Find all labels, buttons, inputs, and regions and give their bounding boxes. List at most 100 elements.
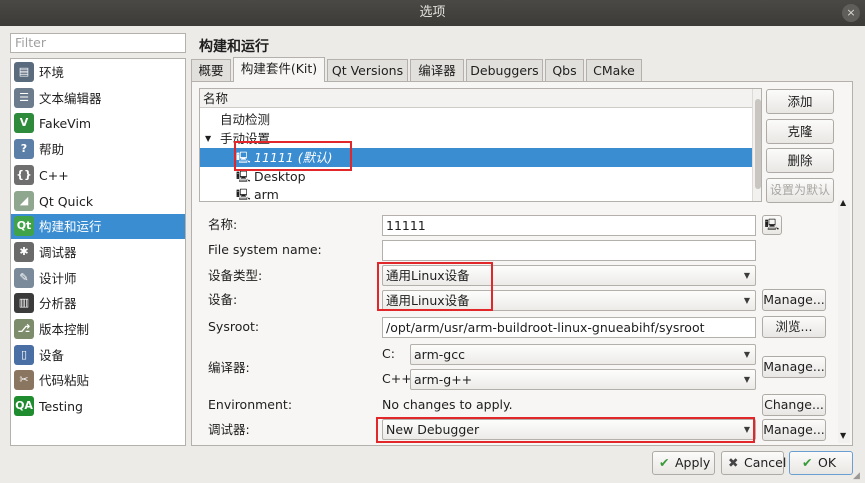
sidebar-item-label: 设备 bbox=[39, 347, 65, 363]
sidebar-item-label: 调试器 bbox=[39, 244, 77, 260]
sidebar-item[interactable]: {} C++ bbox=[11, 163, 185, 188]
tab-qt-versions[interactable]: Qt Versions bbox=[327, 59, 408, 81]
tab-cmake[interactable]: CMake bbox=[586, 59, 642, 81]
sidebar-item[interactable]: ✱ 调试器 bbox=[11, 240, 185, 265]
check-icon: ✔ bbox=[659, 455, 670, 470]
cpp-compiler-select[interactable]: arm-g++ ▼ bbox=[410, 369, 756, 390]
debugger-icon: ✱ bbox=[14, 241, 34, 262]
name-field[interactable]: 11111 bbox=[382, 215, 756, 236]
computer-icon: 🖳 bbox=[236, 188, 251, 201]
environment-change-button[interactable]: Change... bbox=[762, 394, 826, 416]
sysroot-browse-button[interactable]: 浏览... bbox=[762, 316, 826, 338]
c-compiler-value: arm-gcc bbox=[414, 347, 465, 362]
compiler-label: 编译器: bbox=[208, 360, 250, 375]
c-compiler-select[interactable]: arm-gcc ▼ bbox=[410, 344, 756, 365]
c-compiler-label: C: bbox=[382, 346, 395, 361]
sidebar-item[interactable]: Qt 构建和运行 bbox=[11, 214, 185, 240]
sidebar-item-label: Qt Quick bbox=[39, 193, 94, 209]
designer-icon: ✎ bbox=[14, 267, 34, 288]
kit-item-label: arm bbox=[254, 187, 279, 202]
testing-icon: QA bbox=[14, 396, 34, 417]
sidebar-item[interactable]: ◢ Qt Quick bbox=[11, 189, 185, 214]
sidebar-item-label: 设计师 bbox=[39, 270, 77, 286]
debugger-manage-button[interactable]: Manage... bbox=[762, 419, 826, 441]
build-run-icon: Qt bbox=[14, 216, 34, 237]
sidebar-item[interactable]: ☰ 文本编辑器 bbox=[11, 86, 185, 111]
fakevim-icon: V bbox=[14, 113, 34, 134]
highlight-box bbox=[377, 262, 493, 311]
sidebar-item[interactable]: V FakeVim bbox=[11, 111, 185, 136]
resize-grip-icon[interactable]: ◢ bbox=[853, 471, 863, 481]
panel-scrollbar[interactable]: ▲ ▼ bbox=[838, 198, 850, 443]
clone-kit-button[interactable]: 克隆 bbox=[766, 119, 834, 144]
sysroot-label: Sysroot: bbox=[208, 319, 260, 334]
sidebar-item[interactable]: ▤ 环境 bbox=[11, 60, 185, 85]
sidebar: ▤ 环境 ☰ 文本编辑器 V FakeVim? 帮助 {} C++ ◢ Qt Quick Qt 构建和运… bbox=[10, 58, 186, 446]
sidebar-item-label: 分析器 bbox=[39, 296, 77, 312]
scroll-up-icon[interactable]: ▲ bbox=[840, 198, 846, 207]
compiler-manage-button[interactable]: Manage... bbox=[762, 356, 826, 378]
remove-kit-button[interactable]: 删除 bbox=[766, 148, 834, 173]
filter-input[interactable]: Filter bbox=[10, 33, 186, 53]
device-manage-button[interactable]: Manage... bbox=[762, 289, 826, 311]
tab-qbs[interactable]: Qbs bbox=[545, 59, 584, 81]
page-title: 构建和运行 bbox=[199, 39, 269, 55]
sidebar-item-label: 构建和运行 bbox=[39, 219, 102, 235]
device-label: 设备: bbox=[208, 292, 238, 307]
scrollbar-thumb[interactable] bbox=[755, 99, 761, 189]
check-icon: ✔ bbox=[802, 455, 813, 470]
analyzer-icon: ▥ bbox=[14, 293, 34, 314]
tab-overview[interactable]: 概要 bbox=[191, 59, 231, 81]
ok-button[interactable]: ✔ OK bbox=[789, 451, 853, 475]
tab-kits[interactable]: 构建套件(Kit) bbox=[233, 57, 325, 82]
kit-tree-scrollbar[interactable] bbox=[752, 89, 761, 201]
fs-name-field[interactable] bbox=[382, 240, 756, 261]
sidebar-item-label: FakeVim bbox=[39, 116, 92, 132]
debugger-label: 调试器: bbox=[208, 422, 250, 437]
sidebar-item[interactable]: QA Testing bbox=[11, 394, 185, 419]
monitor-icon: ▤ bbox=[14, 62, 34, 82]
ok-label: OK bbox=[818, 455, 837, 470]
sidebar-item-label: 帮助 bbox=[39, 142, 65, 158]
cancel-label: Cancel bbox=[744, 455, 787, 470]
tab-compilers[interactable]: 编译器 bbox=[410, 59, 464, 81]
sidebar-item[interactable]: ⎇ 版本控制 bbox=[11, 317, 185, 342]
sidebar-item[interactable]: ▯ 设备 bbox=[11, 343, 185, 368]
chevron-down-icon: ▼ bbox=[743, 350, 750, 359]
chevron-down-icon: ▼ bbox=[743, 271, 750, 280]
sidebar-item[interactable]: ? 帮助 bbox=[11, 137, 185, 162]
apply-button[interactable]: ✔ Apply bbox=[652, 451, 715, 475]
sidebar-item-label: C++ bbox=[39, 167, 69, 183]
sidebar-item[interactable]: ▥ 分析器 bbox=[11, 291, 185, 316]
environment-value: No changes to apply. bbox=[382, 397, 513, 412]
kit-tree-header: 名称 bbox=[200, 89, 752, 108]
kit-group-auto[interactable]: 自动检测 bbox=[200, 110, 752, 129]
highlight-box bbox=[376, 417, 755, 443]
help-icon: ? bbox=[14, 139, 34, 160]
kit-item[interactable]: 🖳 arm bbox=[200, 185, 752, 202]
expand-arrow-icon[interactable]: ▼ bbox=[205, 129, 211, 148]
sidebar-item[interactable]: ✂ 代码粘贴 bbox=[11, 368, 185, 393]
kit-icon-button[interactable]: 🖳 bbox=[762, 215, 782, 235]
sidebar-item-label: 版本控制 bbox=[39, 322, 90, 337]
scroll-down-icon[interactable]: ▼ bbox=[840, 431, 846, 440]
tab-debuggers[interactable]: Debuggers bbox=[466, 59, 543, 81]
sidebar-item[interactable]: ✎ 设计师 bbox=[11, 266, 185, 291]
chevron-down-icon: ▼ bbox=[743, 375, 750, 384]
name-label: 名称: bbox=[208, 217, 238, 232]
sysroot-field[interactable]: /opt/arm/usr/arm-buildroot-linux-gnueabi… bbox=[382, 317, 756, 338]
apply-label: Apply bbox=[675, 455, 711, 470]
cpp-compiler-value: arm-g++ bbox=[414, 372, 473, 387]
close-icon[interactable]: × bbox=[842, 4, 860, 22]
text-editor-icon: ☰ bbox=[14, 87, 34, 108]
code-paste-icon: ✂ bbox=[14, 370, 34, 391]
environment-label: Environment: bbox=[208, 397, 293, 412]
make-default-button[interactable]: 设置为默认 bbox=[766, 178, 834, 203]
cross-icon: ✖ bbox=[728, 455, 739, 470]
chevron-down-icon: ▼ bbox=[743, 296, 750, 305]
add-kit-button[interactable]: 添加 bbox=[766, 89, 834, 114]
highlight-box bbox=[234, 141, 352, 171]
version-control-icon: ⎇ bbox=[14, 319, 34, 339]
cancel-button[interactable]: ✖ Cancel bbox=[721, 451, 787, 475]
sidebar-item-label: 环境 bbox=[39, 65, 65, 80]
